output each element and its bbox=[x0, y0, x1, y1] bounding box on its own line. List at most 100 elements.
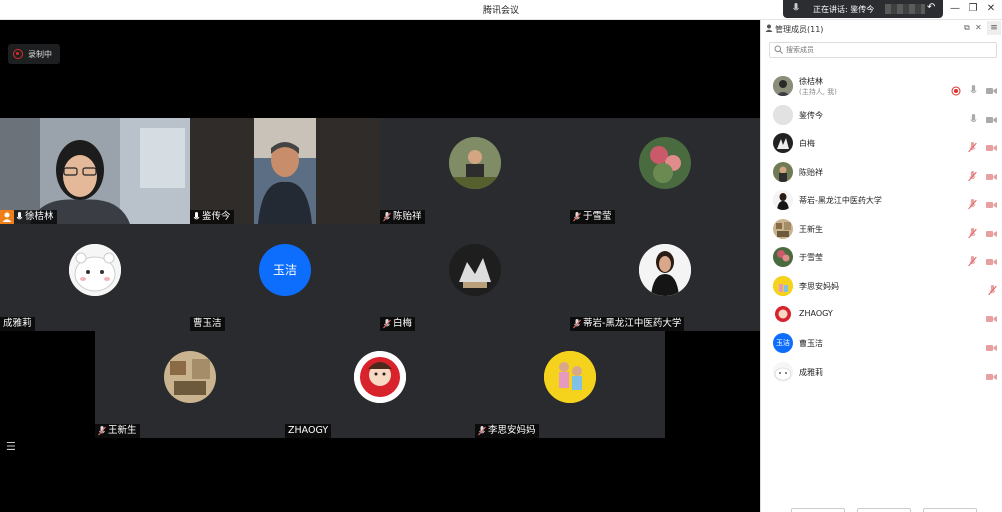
member-name: 王新生 bbox=[799, 225, 823, 234]
mic-muted-icon bbox=[383, 318, 391, 328]
recording-icon bbox=[951, 86, 961, 95]
member-row[interactable]: 蒂岩-黑龙江中医药大学 bbox=[761, 186, 1002, 214]
video-tile[interactable]: ZHAOGY bbox=[285, 331, 475, 438]
minimize-icon[interactable]: — bbox=[948, 3, 962, 14]
panel-title: 管理成员(11) bbox=[775, 25, 824, 34]
mic-muted-icon[interactable] bbox=[968, 142, 977, 153]
avatar bbox=[773, 105, 793, 125]
member-row[interactable]: 成雅莉 bbox=[761, 358, 1002, 386]
video-icon[interactable] bbox=[986, 258, 997, 266]
mic-muted-icon[interactable] bbox=[968, 228, 977, 239]
video-tile[interactable]: 于雪莹 bbox=[570, 118, 760, 224]
mic-muted-icon bbox=[98, 425, 106, 435]
search-icon bbox=[774, 45, 783, 54]
close-icon[interactable]: ✕ bbox=[984, 3, 998, 14]
mic-icon[interactable] bbox=[970, 85, 977, 96]
member-row[interactable]: 李思安妈妈 bbox=[761, 272, 1002, 300]
video-icon[interactable] bbox=[986, 144, 997, 152]
video-tile[interactable]: 蒂岩-黑龙江中医药大学 bbox=[570, 224, 760, 331]
tile-name-label: 于雪莹 bbox=[570, 210, 615, 224]
recording-badge[interactable]: 录制中 bbox=[8, 44, 60, 64]
member-row[interactable]: 徐桔林 (主持人, 我) bbox=[761, 72, 1002, 100]
video-icon[interactable] bbox=[986, 87, 997, 95]
members-icon bbox=[765, 24, 773, 32]
blurred-region bbox=[885, 4, 925, 14]
tile-name-label: 徐桔林 bbox=[0, 210, 57, 224]
avatar-logo bbox=[354, 351, 406, 403]
mic-muted-icon[interactable] bbox=[988, 285, 997, 296]
avatar bbox=[773, 362, 793, 382]
video-tile[interactable]: 成雅莉 bbox=[0, 224, 190, 331]
video-tile-host[interactable]: 徐桔林 bbox=[0, 118, 190, 224]
video-tile[interactable]: 王新生 bbox=[95, 331, 285, 438]
camera-feed-man bbox=[190, 118, 380, 224]
mic-muted-icon bbox=[383, 211, 391, 221]
collapse-icon[interactable]: ↶ bbox=[927, 2, 935, 13]
camera-feed-woman bbox=[0, 118, 190, 224]
tile-name-label: 陈贻祥 bbox=[380, 210, 425, 224]
restore-icon[interactable]: ❐ bbox=[966, 3, 980, 14]
mic-muted-icon bbox=[478, 425, 486, 435]
avatar bbox=[773, 76, 793, 96]
member-search[interactable] bbox=[769, 42, 997, 58]
member-name: 白梅 bbox=[799, 139, 815, 148]
avatar-text: 玉洁 bbox=[259, 244, 311, 296]
video-icon[interactable] bbox=[986, 344, 997, 352]
mic-muted-icon[interactable] bbox=[968, 199, 977, 210]
video-icon[interactable] bbox=[986, 373, 997, 381]
popout-icon[interactable]: ⧉ bbox=[964, 23, 970, 33]
member-row[interactable]: 王新生 bbox=[761, 215, 1002, 243]
mic-muted-icon bbox=[573, 318, 581, 328]
speaking-indicator: 正在讲话: 鉴传今 ↶ bbox=[783, 0, 943, 18]
video-tile[interactable]: 玉洁 曹玉洁 bbox=[190, 224, 380, 331]
video-icon[interactable] bbox=[986, 116, 997, 124]
mic-icon[interactable] bbox=[970, 114, 977, 125]
mic-muted-icon bbox=[573, 211, 581, 221]
avatar-cartoon bbox=[69, 244, 121, 296]
avatar-photo bbox=[164, 351, 216, 403]
member-role: (主持人, 我) bbox=[799, 88, 837, 96]
record-icon bbox=[13, 49, 23, 59]
member-name: 陈贻祥 bbox=[799, 168, 823, 177]
tile-name-label: 鉴传今 bbox=[190, 210, 234, 224]
panel-footer bbox=[761, 508, 1002, 512]
member-name: 于雪莹 bbox=[799, 253, 823, 262]
mic-icon bbox=[793, 3, 799, 11]
member-row[interactable]: 于雪莹 bbox=[761, 243, 1002, 271]
mic-muted-icon[interactable] bbox=[968, 256, 977, 267]
video-icon[interactable] bbox=[986, 315, 997, 323]
search-input[interactable] bbox=[786, 44, 986, 56]
mic-muted-icon[interactable] bbox=[968, 171, 977, 182]
tile-name-label: 曹玉洁 bbox=[190, 317, 225, 331]
panel-menu-icon[interactable]: ≡ bbox=[987, 21, 1001, 35]
avatar-photo bbox=[449, 244, 501, 296]
avatar bbox=[773, 133, 793, 153]
video-icon[interactable] bbox=[986, 230, 997, 238]
member-row[interactable]: 鉴传今 bbox=[761, 101, 1002, 129]
avatar bbox=[773, 162, 793, 182]
member-row[interactable]: ZHAOGY bbox=[761, 300, 1002, 328]
video-tile[interactable]: 陈贻祥 bbox=[380, 118, 570, 224]
video-tile[interactable]: 李思安妈妈 bbox=[475, 331, 665, 438]
list-menu-icon[interactable]: ☰ bbox=[6, 440, 16, 453]
speaking-text: 正在讲话: 鉴传今 bbox=[813, 5, 875, 14]
video-tile-speaker[interactable]: 鉴传今 bbox=[190, 118, 380, 224]
avatar: 玉洁 bbox=[773, 333, 793, 353]
tile-name-label: 白梅 bbox=[380, 317, 416, 331]
mic-icon bbox=[193, 211, 200, 219]
member-row[interactable]: 白梅 bbox=[761, 129, 1002, 157]
meeting-window: 腾讯会议 正在讲话: 鉴传今 ↶ — ❐ ✕ 录制中 徐桔林 鉴传今 陈贻祥 于… bbox=[0, 0, 1002, 512]
member-name: 徐桔林 bbox=[799, 77, 823, 86]
tile-name-label: ZHAOGY bbox=[285, 424, 332, 438]
host-icon bbox=[0, 210, 14, 224]
tile-name-label: 王新生 bbox=[95, 424, 140, 438]
video-tile[interactable]: 白梅 bbox=[380, 224, 570, 331]
recording-label: 录制中 bbox=[28, 50, 52, 59]
avatar bbox=[773, 219, 793, 239]
video-icon[interactable] bbox=[986, 201, 997, 209]
panel-close-icon[interactable]: ✕ bbox=[975, 23, 982, 32]
avatar bbox=[773, 247, 793, 267]
video-icon[interactable] bbox=[986, 173, 997, 181]
member-row[interactable]: 玉洁 曹玉洁 bbox=[761, 329, 1002, 357]
member-row[interactable]: 陈贻祥 bbox=[761, 158, 1002, 186]
